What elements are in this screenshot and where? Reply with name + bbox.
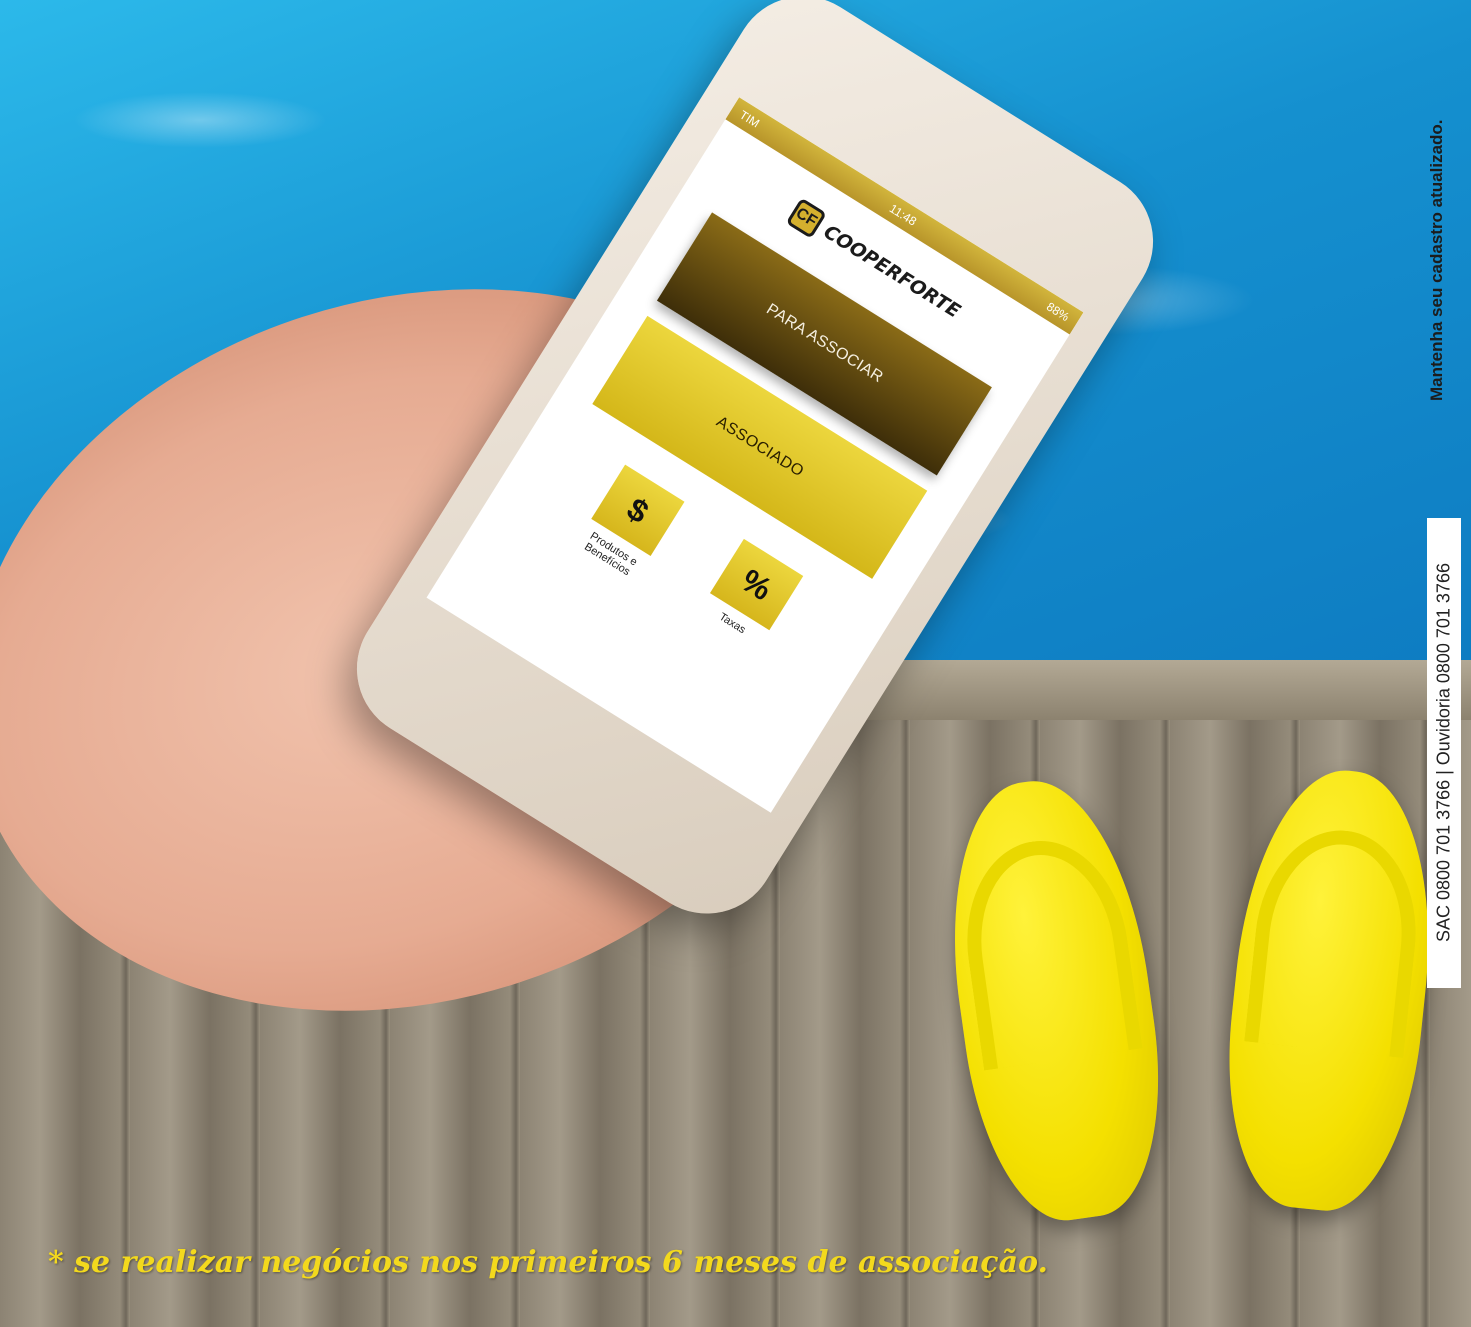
flip-flop-strap bbox=[953, 830, 1143, 1071]
carrier-label: TIM bbox=[737, 107, 763, 131]
tile-products-benefits[interactable]: $ Produtos e Benefícios bbox=[566, 459, 693, 588]
battery-label: 88% bbox=[1044, 299, 1072, 325]
clock-label: 11:48 bbox=[886, 201, 920, 229]
cooperforte-logo-icon: CF bbox=[785, 197, 827, 239]
side-message: Mantenha seu cadastro atualizado. bbox=[1427, 119, 1446, 401]
tile-rates[interactable]: % Taxas bbox=[685, 534, 812, 663]
footnote: * se realizar negócios nos primeiros 6 m… bbox=[48, 1245, 1048, 1280]
contact-line: SAC 0800 701 3766 | Ouvidoria 0800 701 3… bbox=[1427, 518, 1461, 988]
flip-flop-strap bbox=[1244, 822, 1427, 1059]
